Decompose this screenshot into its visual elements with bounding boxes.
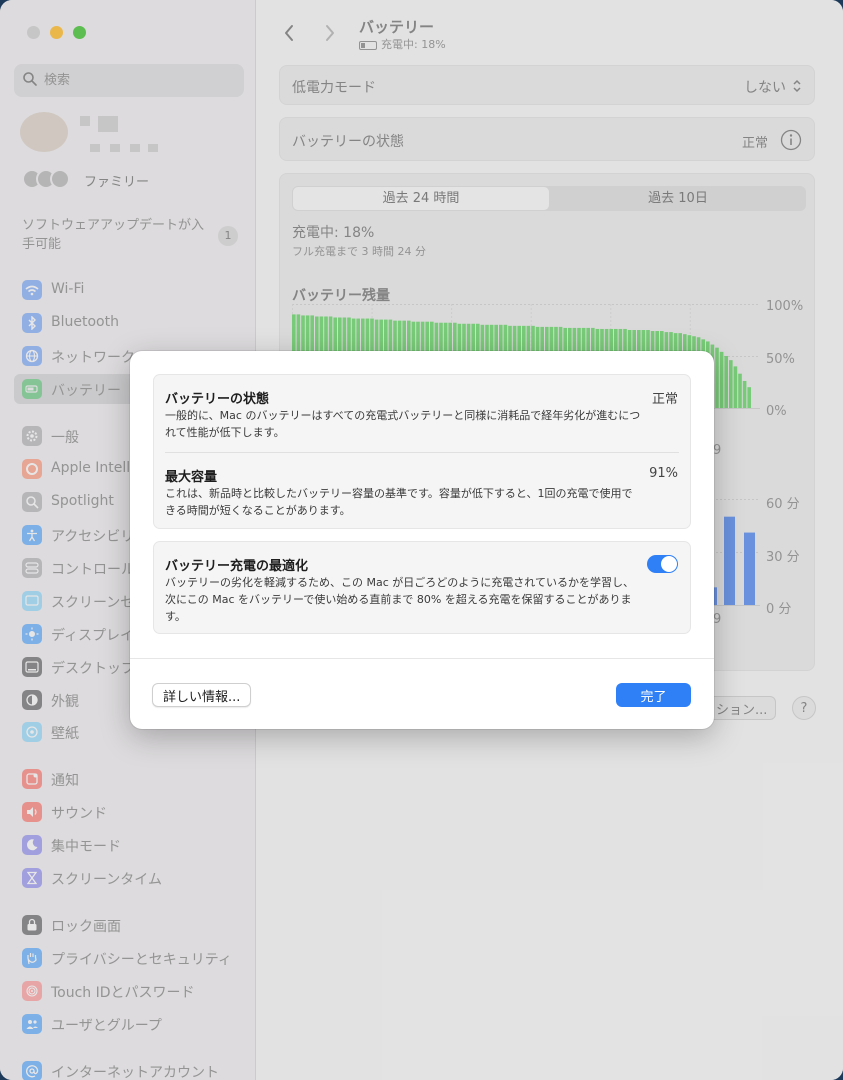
dialog-footer-divider bbox=[130, 658, 714, 659]
optimized-charging-toggle[interactable] bbox=[647, 555, 678, 573]
divider bbox=[165, 452, 679, 453]
dialog-health-description: 一般的に、Mac のバッテリーはすべての充電式バッテリーと同様に消耗品で経年劣化… bbox=[165, 409, 641, 439]
dialog-health-value: 正常 bbox=[651, 392, 678, 407]
toggle-knob bbox=[661, 556, 677, 572]
more-info-button[interactable]: 詳しい情報... bbox=[152, 683, 252, 707]
dialog-health-title: バッテリーの状態 bbox=[165, 392, 270, 407]
max-capacity-description: これは、新品時と比較したバッテリー容量の基準です。容量が低下すると、1回の充電で… bbox=[165, 487, 633, 517]
optimized-charging-description: バッテリーの劣化を軽減するため、この Mac が日ごろどのように充電されているか… bbox=[165, 576, 634, 623]
battery-health-dialog: バッテリーの状態 正常 一般的に、Mac のバッテリーはすべての充電式バッテリー… bbox=[130, 351, 714, 729]
settings-window: ファミリー ソフトウェアアップデートが入手可能 1 Wi-FiBluetooth… bbox=[0, 0, 843, 1080]
max-capacity-title: 最大容量 bbox=[165, 470, 218, 485]
optimized-charging-title: バッテリー充電の最適化 bbox=[165, 559, 309, 574]
max-capacity-value: 91% bbox=[649, 466, 678, 481]
done-button[interactable]: 完了 bbox=[616, 683, 691, 707]
optimized-charging-group: バッテリー充電の最適化 バッテリーの劣化を軽減するため、この Mac が日ごろど… bbox=[153, 541, 691, 634]
battery-info-group: バッテリーの状態 正常 一般的に、Mac のバッテリーはすべての充電式バッテリー… bbox=[153, 374, 691, 529]
